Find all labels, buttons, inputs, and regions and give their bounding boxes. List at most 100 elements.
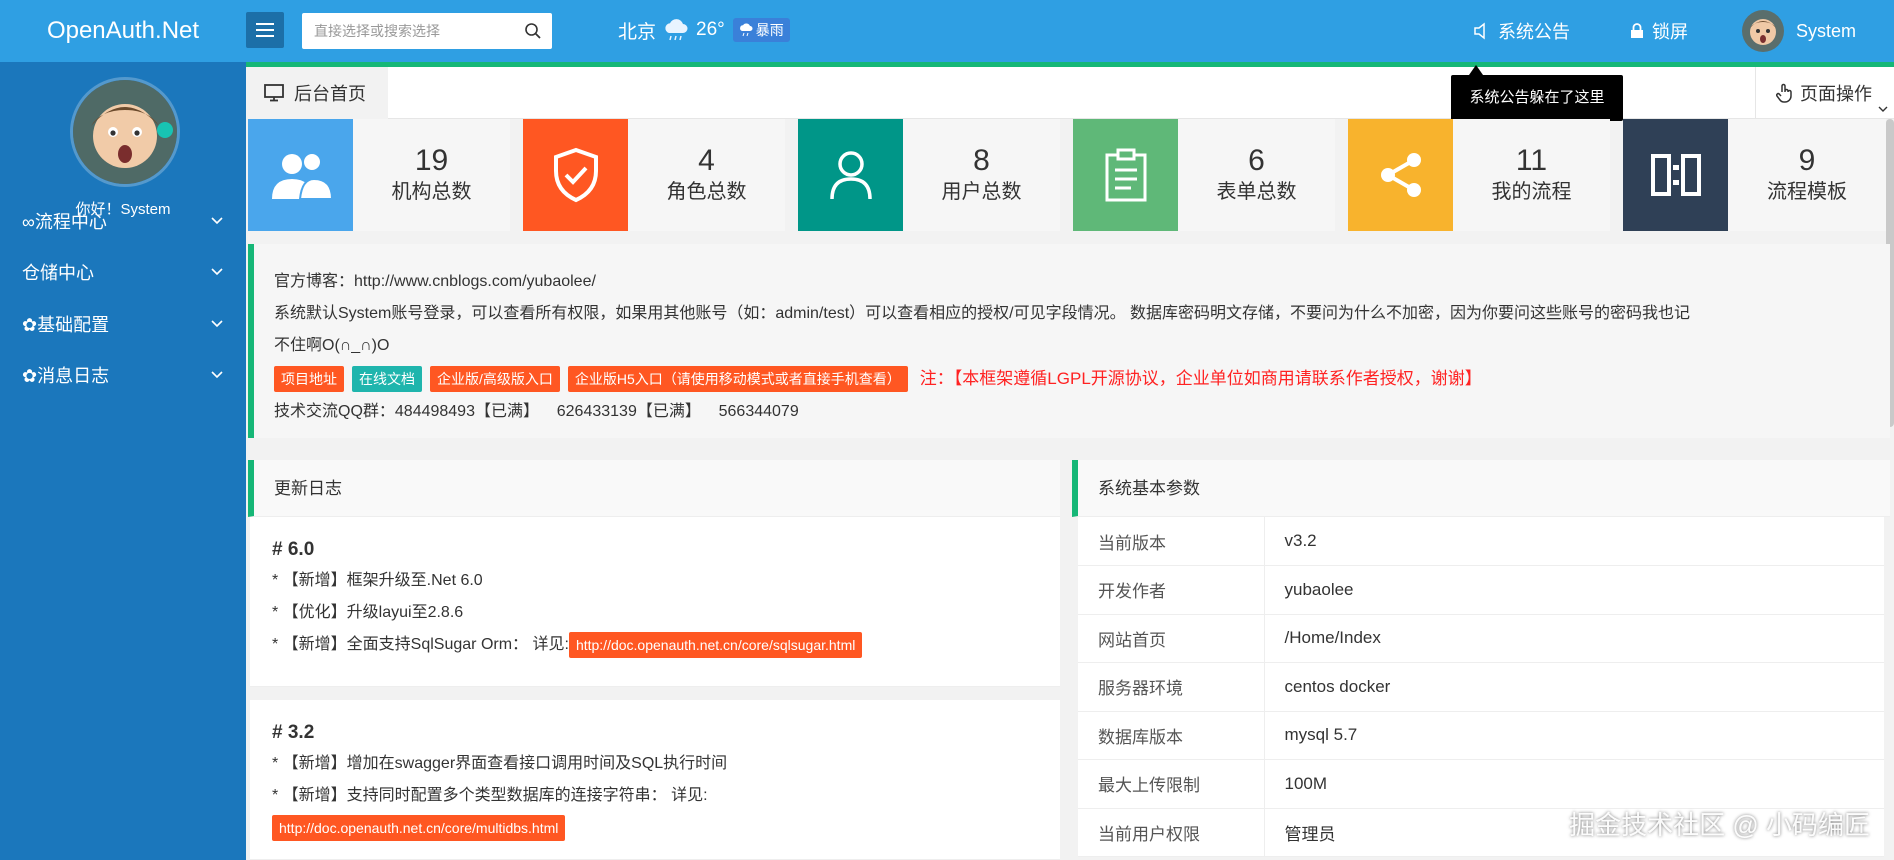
multidbs-doc-link[interactable]: http://doc.openauth.net.cn/core/multidbs… bbox=[272, 814, 566, 841]
param-value: centos docker bbox=[1264, 662, 1884, 712]
stat-label: 表单总数 bbox=[1216, 181, 1297, 203]
clipboard-icon bbox=[1073, 119, 1178, 231]
hamburger-line bbox=[256, 29, 274, 31]
sidebar-item-message-log[interactable]: ✿消息日志 bbox=[0, 350, 246, 400]
stat-card-forms[interactable]: 6 表单总数 bbox=[1073, 119, 1335, 231]
docs-link-tag[interactable]: 在线文档 bbox=[352, 366, 422, 392]
stat-value: 19 bbox=[414, 144, 449, 177]
lock-label: 锁屏 bbox=[1652, 22, 1688, 42]
hand-pointer-icon bbox=[1776, 83, 1792, 103]
search-icon[interactable] bbox=[524, 22, 542, 40]
tab-home[interactable]: 后台首页 bbox=[246, 67, 388, 119]
stat-card-users[interactable]: 8 用户总数 bbox=[798, 119, 1060, 231]
monitor-icon bbox=[264, 84, 284, 102]
changelog-entry-6-0: # 6.0 * 【新增】框架升级至.Net 6.0 * 【优化】升级layui至… bbox=[250, 517, 1060, 687]
chevron-down-icon bbox=[211, 320, 223, 328]
page-op-label: 页面操作 bbox=[1800, 84, 1872, 104]
description-line: 系统默认System账号登录，可以查看所有权限，如果用其他账号（如：admin/… bbox=[274, 305, 1691, 322]
description-line-2: 不住啊O(∩_∩)O bbox=[274, 337, 390, 354]
project-link-tag[interactable]: 项目地址 bbox=[274, 366, 344, 392]
param-value: v3.2 bbox=[1264, 517, 1884, 566]
user-menu[interactable]: System bbox=[1742, 0, 1856, 62]
page-operations-button[interactable]: 页面操作 bbox=[1755, 67, 1894, 119]
block-divider bbox=[250, 688, 1060, 700]
param-key: 数据库版本 bbox=[1078, 711, 1265, 760]
app-logo[interactable]: OpenAuth.Net bbox=[0, 0, 246, 62]
changelog-item-with-link: * 【新增】全面支持SqlSugar Orm： 详见: http://doc.op… bbox=[272, 629, 1060, 661]
menu-toggle-button[interactable] bbox=[246, 12, 284, 48]
table-row: 网站首页/Home/Index bbox=[1078, 614, 1884, 663]
enterprise-h5-link-tag[interactable]: 企业版H5入口（请使用移动模式或者直接手机查看） bbox=[567, 366, 908, 392]
param-value: yubaolee bbox=[1264, 565, 1884, 615]
sidebar-item-label: 仓储中心 bbox=[22, 263, 94, 283]
tab-bar: 后台首页 页面操作 bbox=[246, 67, 1894, 119]
chevron-down-icon bbox=[211, 268, 223, 276]
sidebar-item-basic-config[interactable]: ✿基础配置 bbox=[0, 299, 246, 349]
weather-condition-badge: 暴雨 bbox=[732, 18, 790, 42]
storm-icon bbox=[739, 23, 753, 37]
notice-label: 系统公告 bbox=[1498, 22, 1570, 42]
stat-card-flow-templates[interactable]: 9 流程模板 bbox=[1623, 119, 1886, 231]
stat-value: 6 bbox=[1248, 144, 1265, 177]
param-key: 最大上传限制 bbox=[1078, 759, 1265, 809]
changelog-item: * 【新增】框架升级至.Net 6.0 bbox=[272, 572, 483, 589]
speaker-icon bbox=[1474, 22, 1485, 40]
sidebar-avatar bbox=[73, 80, 177, 184]
param-key: 当前版本 bbox=[1078, 517, 1265, 566]
param-key: 当前用户权限 bbox=[1078, 808, 1265, 857]
chevron-down-icon bbox=[211, 371, 223, 379]
version-title: # 6.0 bbox=[272, 539, 315, 560]
table-row: 当前版本 v3.2 bbox=[1078, 517, 1884, 566]
lock-icon bbox=[1631, 23, 1643, 38]
param-value: mysql 5.7 bbox=[1264, 711, 1884, 760]
search-box bbox=[302, 13, 552, 49]
shield-check-icon bbox=[523, 119, 628, 231]
changelog-entry-3-2: # 3.2 * 【新增】增加在swagger界面查看接口调用时间及SQL执行时间… bbox=[250, 700, 1060, 860]
stat-card-roles[interactable]: 4 角色总数 bbox=[523, 119, 785, 231]
params-header: 系统基本参数 bbox=[1072, 460, 1890, 517]
link-tags: 项目地址 在线文档 企业版/高级版入口 企业版H5入口（请使用移动模式或者直接手… bbox=[274, 362, 1890, 396]
table-row: 最大上传限制 100M bbox=[1078, 759, 1884, 809]
search-input[interactable] bbox=[302, 13, 512, 49]
weather-temp: 26° bbox=[696, 19, 725, 40]
rain-cloud-icon bbox=[665, 19, 688, 41]
chevron-down-icon bbox=[211, 217, 223, 225]
lock-screen-button[interactable]: 锁屏 bbox=[1630, 0, 1688, 62]
notice-button[interactable]: 系统公告 bbox=[1472, 0, 1570, 62]
stat-label: 用户总数 bbox=[941, 181, 1022, 203]
blog-line: 官方博客：http://www.cnblogs.com/yubaolee/ bbox=[274, 273, 596, 290]
stat-card-orgs[interactable]: 19 机构总数 bbox=[248, 119, 510, 231]
stat-value: 4 bbox=[698, 144, 715, 177]
stat-label: 流程模板 bbox=[1767, 181, 1847, 203]
sidebar: 你好！System ∞流程中心 仓储中心 ✿基础配置 ✿消息日志 bbox=[0, 62, 246, 860]
stat-label: 角色总数 bbox=[666, 181, 747, 203]
hamburger-icon bbox=[256, 23, 274, 25]
changelog-item: * 【新增】支持同时配置多个类型数据库的连接字符串： 详见: bbox=[272, 787, 708, 804]
changelog-item: * 【优化】升级layui至2.8.6 bbox=[272, 604, 464, 621]
enterprise-link-tag[interactable]: 企业版/高级版入口 bbox=[430, 366, 560, 392]
changelog-item: * 【新增】全面支持SqlSugar Orm： 详见: bbox=[272, 636, 569, 653]
sidebar-item-label: ∞流程中心 bbox=[22, 212, 107, 232]
share-icon bbox=[1348, 119, 1453, 231]
stat-card-my-flows[interactable]: 11 我的流程 bbox=[1348, 119, 1610, 231]
stat-value: 8 bbox=[973, 144, 990, 177]
sqlsugar-doc-link[interactable]: http://doc.openauth.net.cn/core/sqlsugar… bbox=[568, 631, 863, 658]
watermark: 掘金技术社区 @ 小码编匠 bbox=[1569, 810, 1870, 840]
version-title: # 3.2 bbox=[272, 722, 315, 743]
notice-tooltip: 系统公告躲在了这里 bbox=[1451, 65, 1623, 121]
changelog-item: * 【新增】增加在swagger界面查看接口调用时间及SQL执行时间 bbox=[272, 755, 728, 772]
top-header: OpenAuth.Net 北京 26° 暴雨 系统公告 锁屏 System bbox=[0, 0, 1894, 62]
info-card: 官方博客：http://www.cnblogs.com/yubaolee/ 系统… bbox=[248, 244, 1890, 438]
template-icon bbox=[1623, 119, 1728, 231]
table-row: 数据库版本 mysql 5.7 bbox=[1078, 711, 1884, 760]
param-key: 网站首页 bbox=[1078, 614, 1265, 663]
chevron-down-icon bbox=[1878, 106, 1888, 112]
qq-groups: 技术交流QQ群：484498493【已满】 626433139【已满】 5663… bbox=[274, 403, 799, 420]
changelog-header: 更新日志 bbox=[248, 460, 1060, 517]
weather-condition: 暴雨 bbox=[755, 22, 784, 38]
users-icon bbox=[248, 119, 353, 231]
sidebar-item-workflow[interactable]: ∞流程中心 bbox=[0, 196, 246, 246]
sidebar-item-label: ✿基础配置 bbox=[22, 315, 110, 335]
table-row: 开发作者 yubaolee bbox=[1078, 565, 1884, 615]
sidebar-item-warehouse[interactable]: 仓储中心 bbox=[0, 247, 246, 297]
